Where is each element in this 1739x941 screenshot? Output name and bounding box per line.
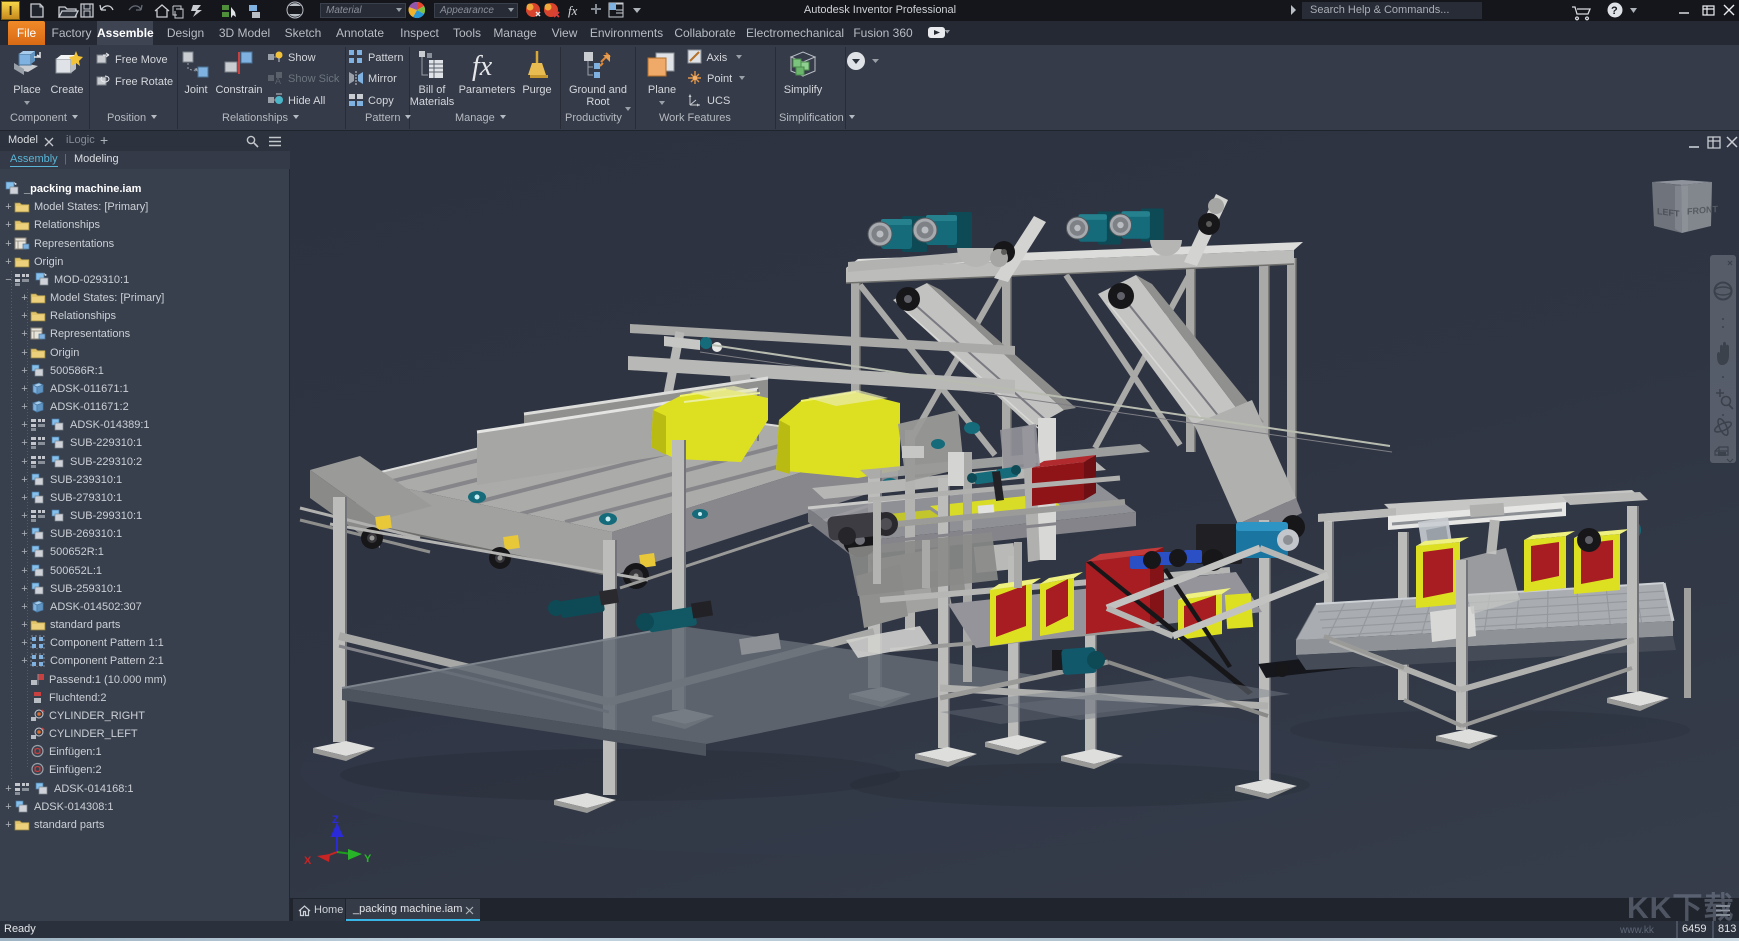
svg-text:fx: fx (568, 3, 578, 18)
svg-text:?: ? (1611, 5, 1618, 17)
svg-text:Z: Z (332, 814, 339, 826)
svg-text:X: X (304, 855, 312, 867)
svg-text:A: A (275, 76, 281, 86)
svg-text:Y: Y (364, 853, 372, 865)
svg-text:fx: fx (472, 51, 493, 82)
svg-text:FRONT: FRONT (1687, 204, 1718, 217)
